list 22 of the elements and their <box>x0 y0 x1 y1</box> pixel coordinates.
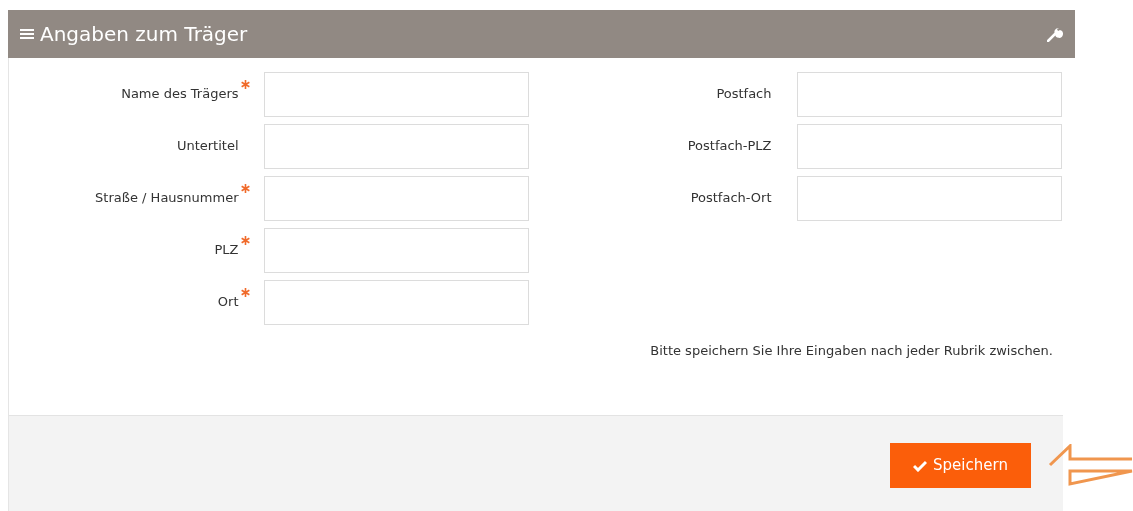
field-label: Untertitel <box>176 137 239 156</box>
input-field[interactable] <box>263 227 529 273</box>
input-field[interactable] <box>263 71 529 117</box>
input-field[interactable] <box>796 175 1062 221</box>
input-field[interactable] <box>796 71 1062 117</box>
field-label: PLZ <box>214 241 239 260</box>
field-label: Straße / Hausnummer <box>95 189 239 208</box>
check-icon <box>913 459 928 472</box>
menu-icon[interactable] <box>20 27 34 40</box>
input-field[interactable] <box>263 279 529 325</box>
hint-text: Bitte speichern Sie Ihre Eingaben nach jeder Rubrik zwischen. <box>650 341 1053 360</box>
field-label: Ort <box>217 293 239 312</box>
field-label: Name des Trägers <box>121 85 239 104</box>
field-label: Postfach <box>716 85 772 104</box>
input-field[interactable] <box>263 175 529 221</box>
save-button[interactable]: Speichern <box>890 443 1031 488</box>
wrench-icon[interactable] <box>1047 25 1063 42</box>
panel-title: Angaben zum Träger <box>40 20 248 48</box>
field-label: Postfach-Ort <box>690 189 772 208</box>
input-field[interactable] <box>796 123 1062 169</box>
field-label: Postfach-PLZ <box>687 137 772 156</box>
input-field[interactable] <box>263 123 529 169</box>
